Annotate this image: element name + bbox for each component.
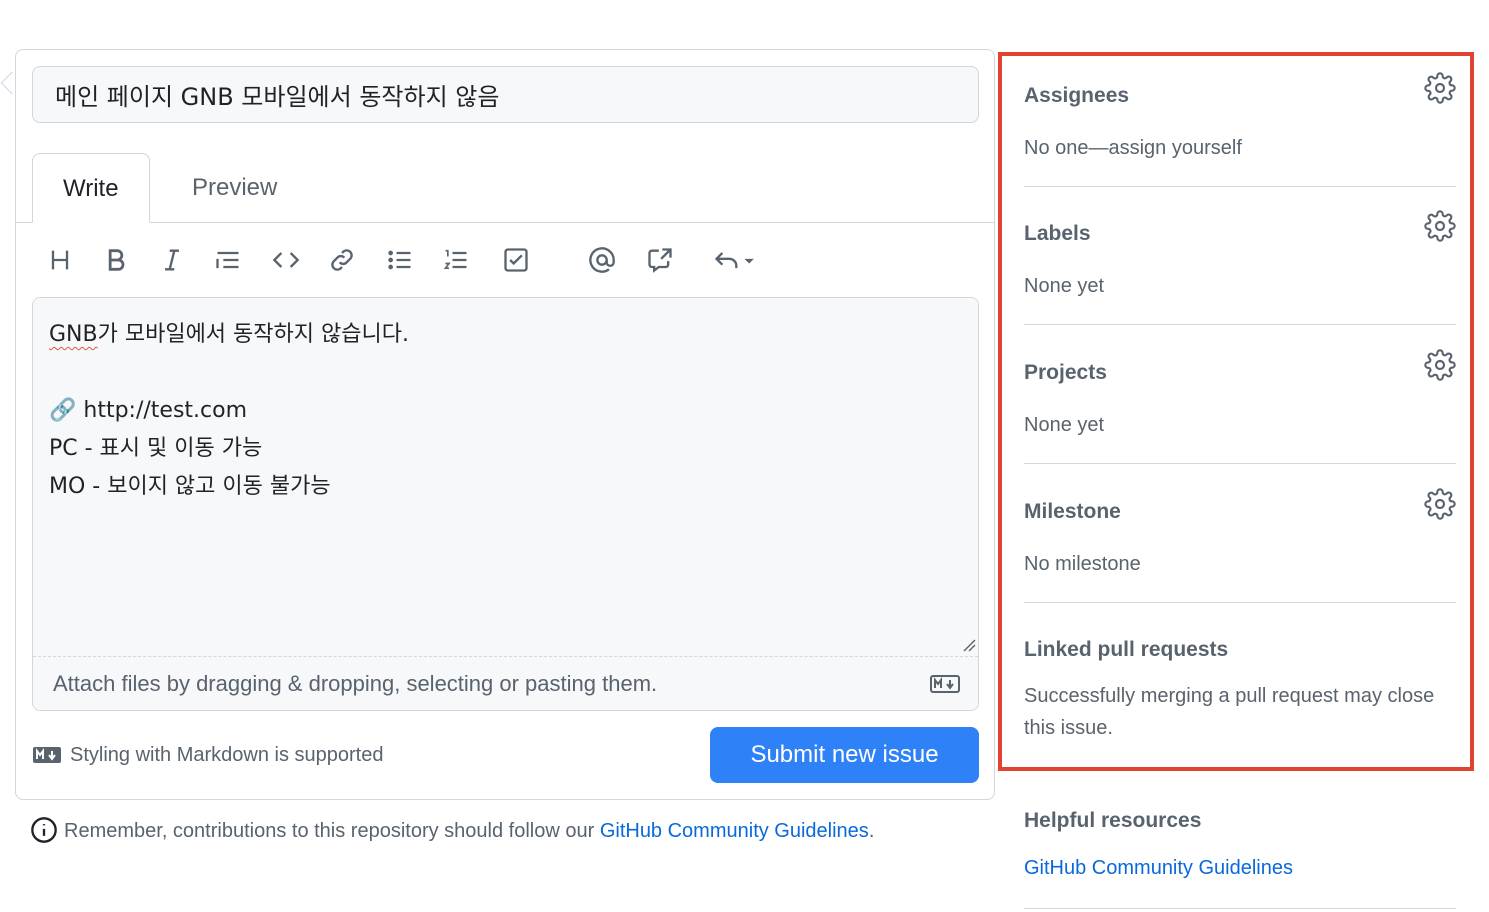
markdown-supported-note[interactable]: Styling with Markdown is supported: [32, 743, 383, 767]
contribution-reminder: Remember, contributions to this reposito…: [30, 815, 930, 847]
quote-icon[interactable]: [208, 240, 248, 280]
submit-new-issue-button[interactable]: Submit new issue: [710, 727, 979, 783]
bulleted-list-icon[interactable]: [380, 240, 420, 280]
sidebar-divider: [1024, 908, 1456, 909]
gear-icon[interactable]: [1424, 488, 1456, 520]
community-guidelines-link[interactable]: GitHub Community Guidelines: [600, 820, 869, 842]
sidebar-projects: Projects None yet: [1024, 349, 1456, 441]
body-line-5: MO - 보이지 않고 이동 불가능: [49, 474, 331, 499]
sidebar-helpful-resources: Helpful resources GitHub Community Guide…: [1024, 809, 1456, 880]
linked-prs-value: Successfully merging a pull request may …: [1024, 685, 1435, 739]
issue-body-textarea[interactable]: GNB가 모바일에서 동작하지 않습니다. 🔗 http://test.com …: [33, 298, 978, 655]
link-icon[interactable]: [322, 240, 362, 280]
tab-preview[interactable]: Preview: [162, 153, 307, 223]
issue-body-editor[interactable]: GNB가 모바일에서 동작하지 않습니다. 🔗 http://test.com …: [32, 297, 979, 711]
info-icon: [31, 817, 57, 843]
heading-icon[interactable]: [40, 240, 80, 280]
markdown-supported-text: Styling with Markdown is supported: [70, 743, 384, 766]
new-issue-form: Write Preview: [15, 49, 995, 800]
sidebar-assignees: Assignees No one—assign yourself: [1024, 72, 1456, 164]
sidebar-divider: [1024, 463, 1456, 464]
attach-files-text: Attach files by dragging & dropping, sel…: [53, 671, 658, 696]
code-icon[interactable]: [266, 240, 306, 280]
spellcheck-word: GNB: [49, 322, 98, 347]
resize-handle-icon[interactable]: [962, 638, 976, 652]
numbered-list-icon[interactable]: [436, 240, 476, 280]
gear-icon[interactable]: [1424, 72, 1456, 104]
mention-icon[interactable]: [582, 240, 622, 280]
reminder-end: .: [868, 820, 875, 842]
milestone-heading: Milestone: [1024, 500, 1121, 523]
linked-prs-heading: Linked pull requests: [1024, 638, 1229, 661]
projects-heading: Projects: [1024, 361, 1107, 384]
undo-icon[interactable]: [704, 240, 764, 280]
task-list-icon[interactable]: [496, 240, 536, 280]
sidebar-linked-pull-requests: Linked pull requests Successfully mergin…: [1024, 638, 1456, 744]
issue-title-input[interactable]: [32, 66, 979, 123]
assign-yourself-link[interactable]: No one—assign yourself: [1024, 132, 1456, 164]
labels-value: None yet: [1024, 275, 1105, 297]
projects-value: None yet: [1024, 414, 1105, 436]
labels-heading: Labels: [1024, 222, 1091, 245]
body-line-4: PC - 표시 및 이동 가능: [49, 436, 263, 461]
markdown-icon: [930, 675, 960, 693]
bold-icon[interactable]: [96, 240, 136, 280]
milestone-value: No milestone: [1024, 553, 1141, 575]
assignees-heading: Assignees: [1024, 84, 1130, 107]
sidebar-divider: [1024, 324, 1456, 325]
sidebar-divider: [1024, 186, 1456, 187]
markdown-toolbar: [32, 235, 792, 285]
sidebar-milestone: Milestone No milestone: [1024, 488, 1456, 580]
reminder-text: Remember, contributions to this reposito…: [64, 820, 600, 842]
helpful-guidelines-link[interactable]: GitHub Community Guidelines: [1024, 857, 1456, 880]
body-line-1: 가 모바일에서 동작하지 않습니다.: [97, 322, 409, 347]
tab-write[interactable]: Write: [32, 153, 150, 223]
gear-icon[interactable]: [1424, 210, 1456, 242]
gear-icon[interactable]: [1424, 349, 1456, 381]
attach-files-bar[interactable]: Attach files by dragging & dropping, sel…: [33, 656, 978, 710]
italic-icon[interactable]: [152, 240, 192, 280]
markdown-icon: [33, 747, 61, 763]
sidebar-labels: Labels None yet: [1024, 210, 1456, 302]
reference-icon[interactable]: [640, 240, 680, 280]
helpful-resources-heading: Helpful resources: [1024, 809, 1202, 832]
body-line-3: 🔗 http://test.com: [49, 398, 248, 423]
sidebar-divider: [1024, 602, 1456, 603]
